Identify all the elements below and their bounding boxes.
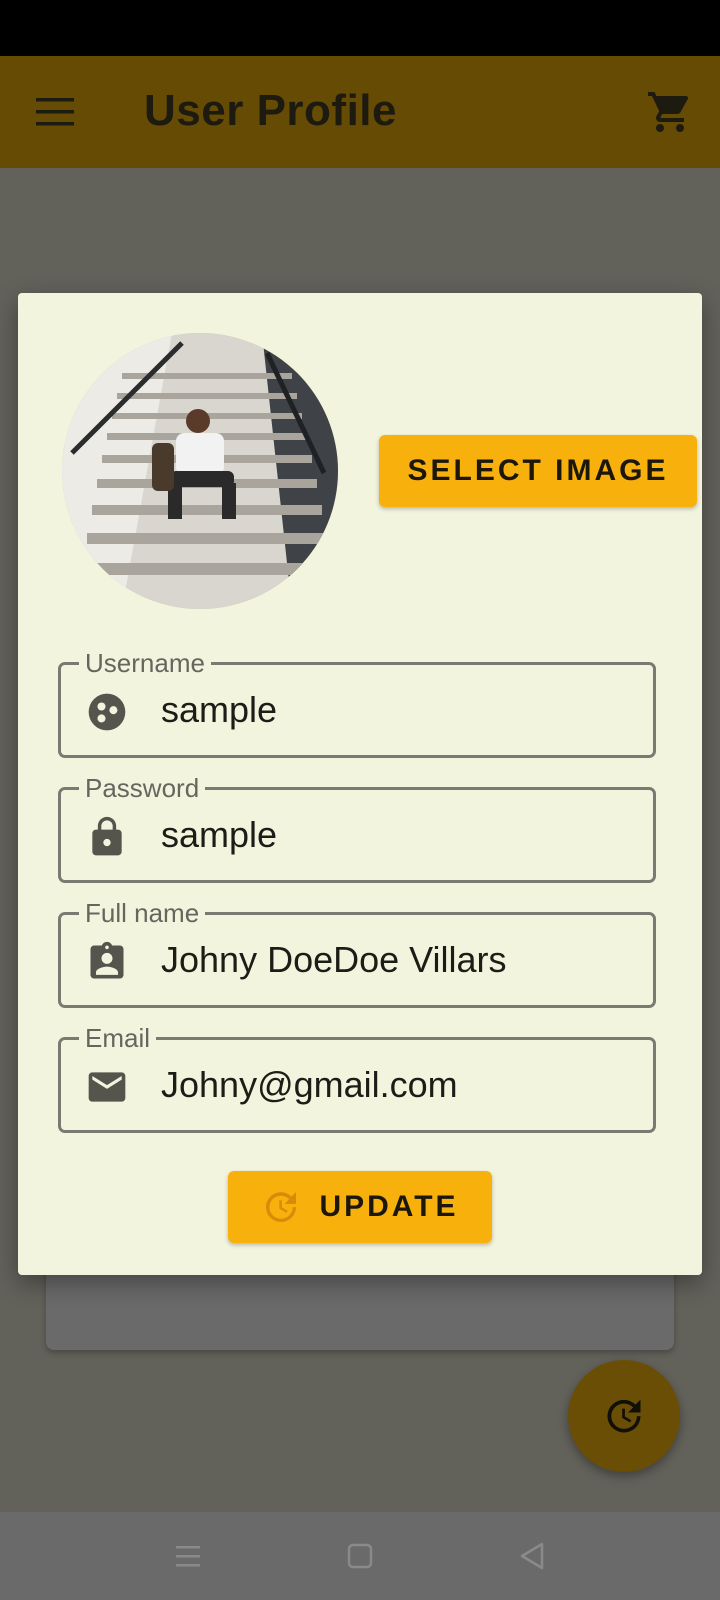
email-field[interactable]: Email: [58, 1021, 656, 1133]
status-bar: [0, 0, 720, 56]
account-face-icon: [85, 690, 129, 734]
badge-icon: [85, 940, 129, 984]
page-title: User Profile: [144, 86, 397, 135]
back-icon[interactable]: [516, 1540, 548, 1572]
update-button-label: UPDATE: [319, 1190, 459, 1223]
recents-icon[interactable]: [172, 1540, 204, 1572]
username-input[interactable]: [161, 681, 641, 739]
email-label: Email: [79, 1021, 157, 1055]
username-label: Username: [79, 646, 211, 680]
profile-photo: [62, 333, 338, 609]
update-icon: [266, 1192, 297, 1222]
email-input[interactable]: [161, 1056, 641, 1114]
username-field[interactable]: Username: [58, 646, 656, 758]
full-name-input[interactable]: [161, 931, 641, 989]
full-name-label: Full name: [79, 896, 206, 930]
cart-icon[interactable]: [646, 88, 694, 136]
app-bar: User Profile: [0, 56, 720, 168]
home-icon[interactable]: [344, 1540, 376, 1572]
password-label: Password: [79, 771, 206, 805]
password-field[interactable]: Password: [58, 771, 656, 883]
select-image-button[interactable]: SELECT IMAGE: [379, 435, 697, 507]
lock-icon: [85, 815, 129, 859]
menu-icon[interactable]: [36, 96, 76, 128]
profile-dialog: SELECT IMAGE Username Password Full name: [18, 293, 702, 1275]
system-nav-bar: [0, 1512, 720, 1600]
update-fab[interactable]: [568, 1360, 680, 1472]
update-button[interactable]: UPDATE: [228, 1171, 492, 1243]
full-name-field[interactable]: Full name: [58, 896, 656, 1008]
password-input[interactable]: [161, 806, 641, 864]
update-icon: [607, 1399, 641, 1433]
mail-icon: [85, 1065, 129, 1109]
